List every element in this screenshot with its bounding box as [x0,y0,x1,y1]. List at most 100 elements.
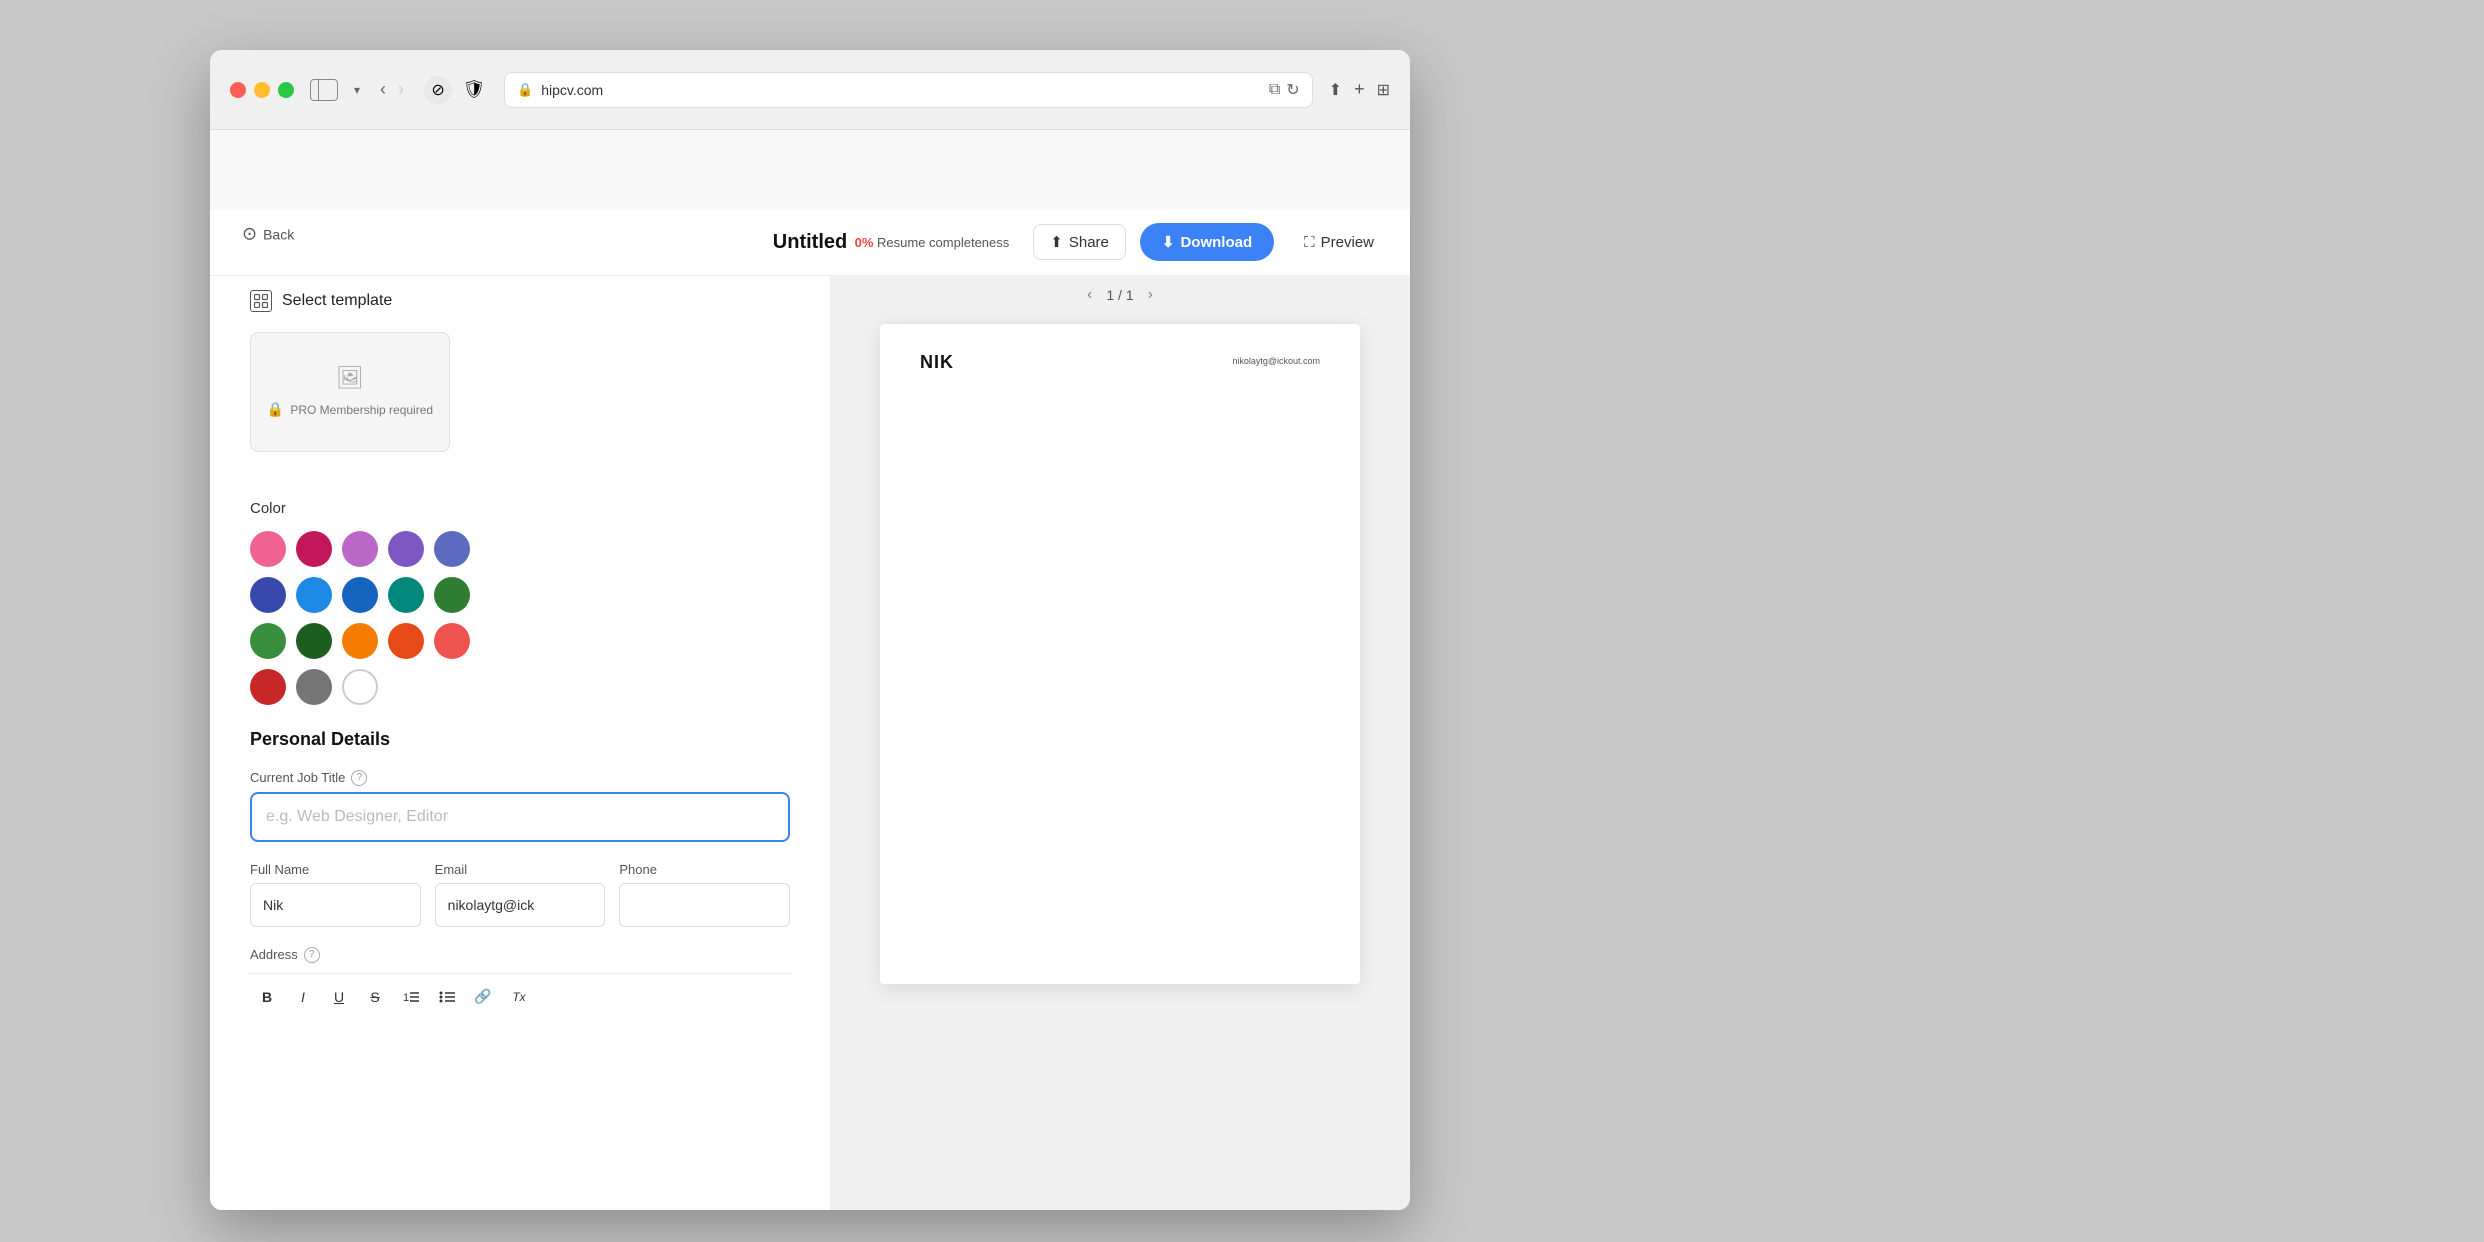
color-swatch-indigo[interactable] [434,531,470,567]
color-swatch-gray[interactable] [296,669,332,705]
nav-arrows: ‹ › [376,75,408,104]
color-swatch-white[interactable] [342,669,378,705]
strikethrough-button[interactable]: S [358,982,392,1012]
content-area: Select template 🖼 🔒 PRO Membership requi… [210,266,1410,1210]
job-title-input[interactable] [250,792,790,842]
app-content: ⊙ Back Untitled 0% Resume completeness ⬆ [210,130,1410,1210]
resume-name: NIK [920,352,954,373]
next-page-button[interactable]: › [1148,286,1153,304]
resume-preview: NIK nikolaytg@ickout.com [880,324,1360,984]
download-button[interactable]: ⬇ Download [1140,223,1274,261]
bold-button[interactable]: B [250,982,284,1012]
template-preview-card: 🖼 🔒 PRO Membership required [250,332,450,452]
close-button[interactable] [230,82,246,98]
dropdown-chevron-icon[interactable]: ▾ [354,83,360,97]
select-template-label: Select template [282,292,392,310]
underline-button[interactable]: U [322,982,356,1012]
phone-label: Phone [619,862,790,877]
color-swatch-deep-purple[interactable] [388,531,424,567]
share-browser-icon[interactable]: ⬆ [1329,80,1342,100]
personal-details-title: Personal Details [250,729,790,750]
color-swatch-dark-blue[interactable] [342,577,378,613]
sidebar-toggle[interactable] [310,79,338,101]
color-label: Color [250,500,790,517]
shield-icon: 🛡 [460,76,488,104]
prev-page-button[interactable]: ‹ [1087,286,1092,304]
color-swatch-blue[interactable] [296,577,332,613]
color-swatch-dark-red[interactable] [250,669,286,705]
full-name-field: Full Name [250,862,421,927]
phone-input[interactable] [619,883,790,927]
page-navigation: ‹ 1 / 1 › [1087,286,1153,304]
color-swatch-light-green[interactable] [250,623,286,659]
phone-field: Phone [619,862,790,927]
name-email-phone-row: Full Name Email Phone [250,862,790,927]
full-name-label: Full Name [250,862,421,877]
lock-icon: 🔒 [267,401,284,418]
block-icon: ⊘ [424,76,452,104]
back-link[interactable]: ⊙ Back [242,224,294,245]
job-title-help-icon[interactable]: ? [351,770,367,786]
color-swatch-teal[interactable] [388,577,424,613]
full-name-input[interactable] [250,883,421,927]
preview-icon: ⛶ [1304,234,1315,251]
email-input[interactable] [435,883,606,927]
color-swatch-orange[interactable] [342,623,378,659]
completeness-pct: 0% [855,235,874,250]
back-label: Back [263,226,294,242]
formatting-toolbar: B I U S 1. [250,973,790,1020]
preview-panel: ‹ 1 / 1 › NIK nikolaytg@ickout.com [830,266,1410,1210]
page-indicator: 1 / 1 [1106,287,1133,303]
italic-button[interactable]: I [286,982,320,1012]
personal-details-section: Personal Details Current Job Title ? Ful… [250,729,790,1020]
link-button[interactable]: 🔗 [466,982,500,1012]
color-grid [250,531,790,705]
color-swatch-pink[interactable] [250,531,286,567]
back-icon: ⊙ [242,224,257,245]
email-field: Email [435,862,606,927]
reload-icon[interactable]: ↻ [1286,80,1299,100]
unordered-list-button[interactable] [430,982,464,1012]
browser-window: ▾ ‹ › ⊘ 🛡 🔒 hipcv.com ⧉ ↻ ⬆ + ⊞ [210,50,1410,1210]
image-icon: 🖼 [336,365,364,391]
address-bar[interactable]: 🔒 hipcv.com ⧉ ↻ [504,72,1313,108]
svg-text:1.: 1. [403,992,412,1004]
clear-format-button[interactable]: Tx [502,982,536,1012]
email-label: Email [435,862,606,877]
pro-membership-label: PRO Membership required [290,403,433,417]
tabs-icon[interactable]: ⊞ [1377,80,1390,100]
share-icon: ⬆ [1050,233,1063,251]
color-section: Color [250,500,790,705]
completeness-label: Resume completeness [877,235,1009,250]
template-icon [250,290,272,312]
color-swatch-crimson[interactable] [296,531,332,567]
browser-right-icons: ⬆ + ⊞ [1329,79,1390,100]
job-title-label: Current Job Title ? [250,770,790,786]
preview-button[interactable]: ⛶ Preview [1288,226,1390,259]
download-icon: ⬇ [1162,233,1175,251]
translate-icon[interactable]: ⧉ [1269,81,1280,99]
share-button[interactable]: ⬆ Share [1033,224,1126,260]
forward-nav-icon[interactable]: › [394,75,408,104]
color-swatch-deep-orange[interactable] [388,623,424,659]
top-toolbar: ⊙ Back Untitled 0% Resume completeness ⬆ [210,210,1410,276]
color-swatch-red[interactable] [434,623,470,659]
editor-panel: Select template 🖼 🔒 PRO Membership requi… [210,266,830,1210]
traffic-lights [230,82,294,98]
minimize-button[interactable] [254,82,270,98]
document-title: Untitled [773,231,847,253]
color-swatch-lavender[interactable] [342,531,378,567]
lock-icon: 🔒 [517,82,533,98]
color-swatch-green[interactable] [434,577,470,613]
new-tab-icon[interactable]: + [1354,79,1365,100]
color-swatch-dark-indigo[interactable] [250,577,286,613]
address-label: Address ? [250,947,790,963]
address-help-icon[interactable]: ? [304,947,320,963]
resume-email: nikolaytg@ickout.com [1232,356,1320,366]
ordered-list-button[interactable]: 1. [394,982,428,1012]
url-text: hipcv.com [541,82,603,98]
maximize-button[interactable] [278,82,294,98]
back-nav-icon[interactable]: ‹ [376,75,390,104]
color-swatch-dark-green[interactable] [296,623,332,659]
select-template-button[interactable]: Select template [250,290,790,312]
